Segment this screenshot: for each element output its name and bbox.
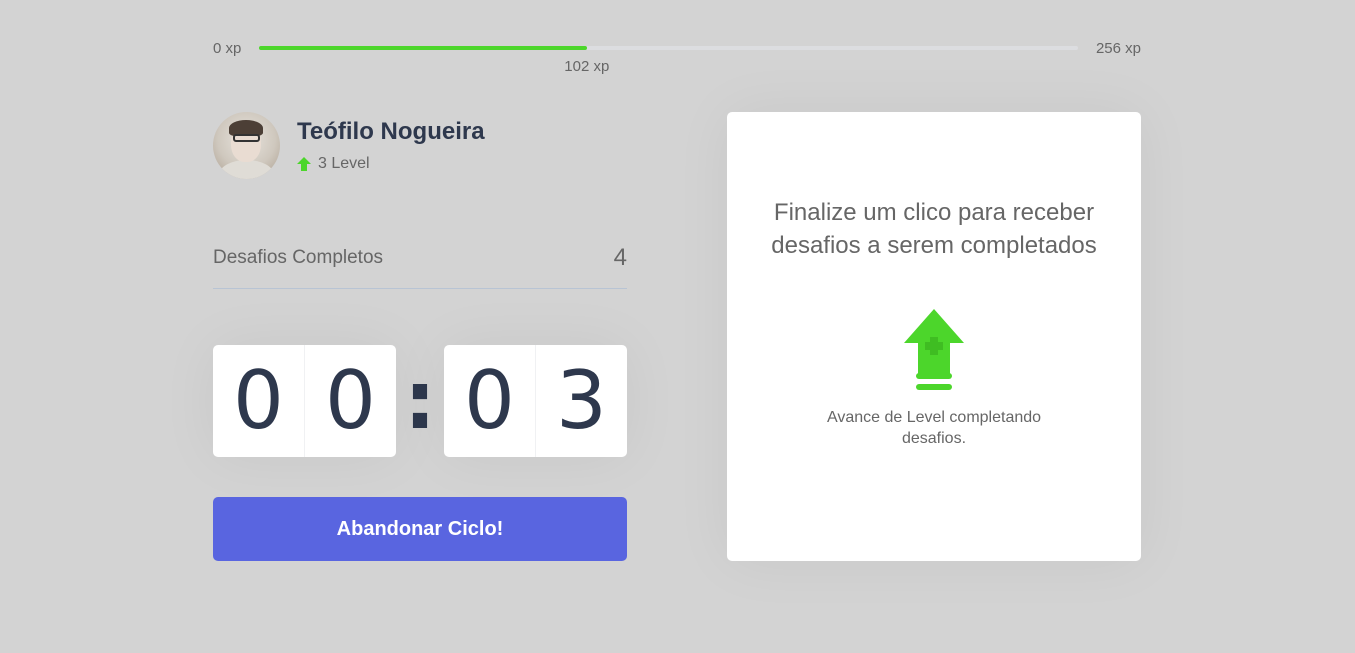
profile: Teófilo Nogueira 3 Level — [213, 112, 627, 179]
minute-digit-tens: 0 — [233, 354, 284, 447]
experience-bar: 0 xp 102 xp 256 xp — [213, 38, 1141, 76]
completed-challenges-count: 4 — [613, 243, 627, 271]
second-digit-tens: 0 — [464, 354, 515, 447]
xp-current-label: 102 xp — [564, 58, 610, 75]
xp-max-label: 256 xp — [1095, 39, 1141, 57]
level-up-arrow-icon — [297, 156, 311, 171]
level-up-icon — [904, 309, 964, 390]
profile-info: Teófilo Nogueira 3 Level — [297, 118, 485, 173]
xp-progress-fill — [259, 46, 587, 50]
second-digit-ones: 3 — [535, 345, 627, 457]
left-panel: Teófilo Nogueira 3 Level Desafios Comple… — [213, 112, 627, 289]
countdown-separator: : — [404, 354, 436, 447]
xp-min-label: 0 xp — [213, 39, 242, 57]
minute-digit-ones: 0 — [304, 345, 396, 457]
completed-challenges-label: Desafios Completos — [213, 246, 384, 268]
avatar — [213, 112, 280, 179]
level-indicator: 3 Level — [297, 155, 485, 173]
countdown-seconds: 0 3 — [444, 345, 627, 457]
user-name: Teófilo Nogueira — [297, 118, 485, 146]
challenge-box-subtitle: Avance de Level completando desafios. — [826, 409, 1042, 447]
countdown-minutes: 0 0 — [213, 345, 396, 457]
countdown: 0 0 : 0 3 — [213, 345, 627, 457]
level-label: 3 Level — [318, 154, 370, 172]
xp-track: 102 xp — [259, 46, 1078, 75]
challenge-box: Finalize um clico para receber desafios … — [727, 112, 1141, 561]
completed-challenges: Desafios Completos 4 — [213, 231, 627, 289]
abandon-cycle-button[interactable]: Abandonar Ciclo! — [213, 497, 627, 561]
challenge-box-title: Finalize um clico para receber desafios … — [771, 199, 1097, 259]
